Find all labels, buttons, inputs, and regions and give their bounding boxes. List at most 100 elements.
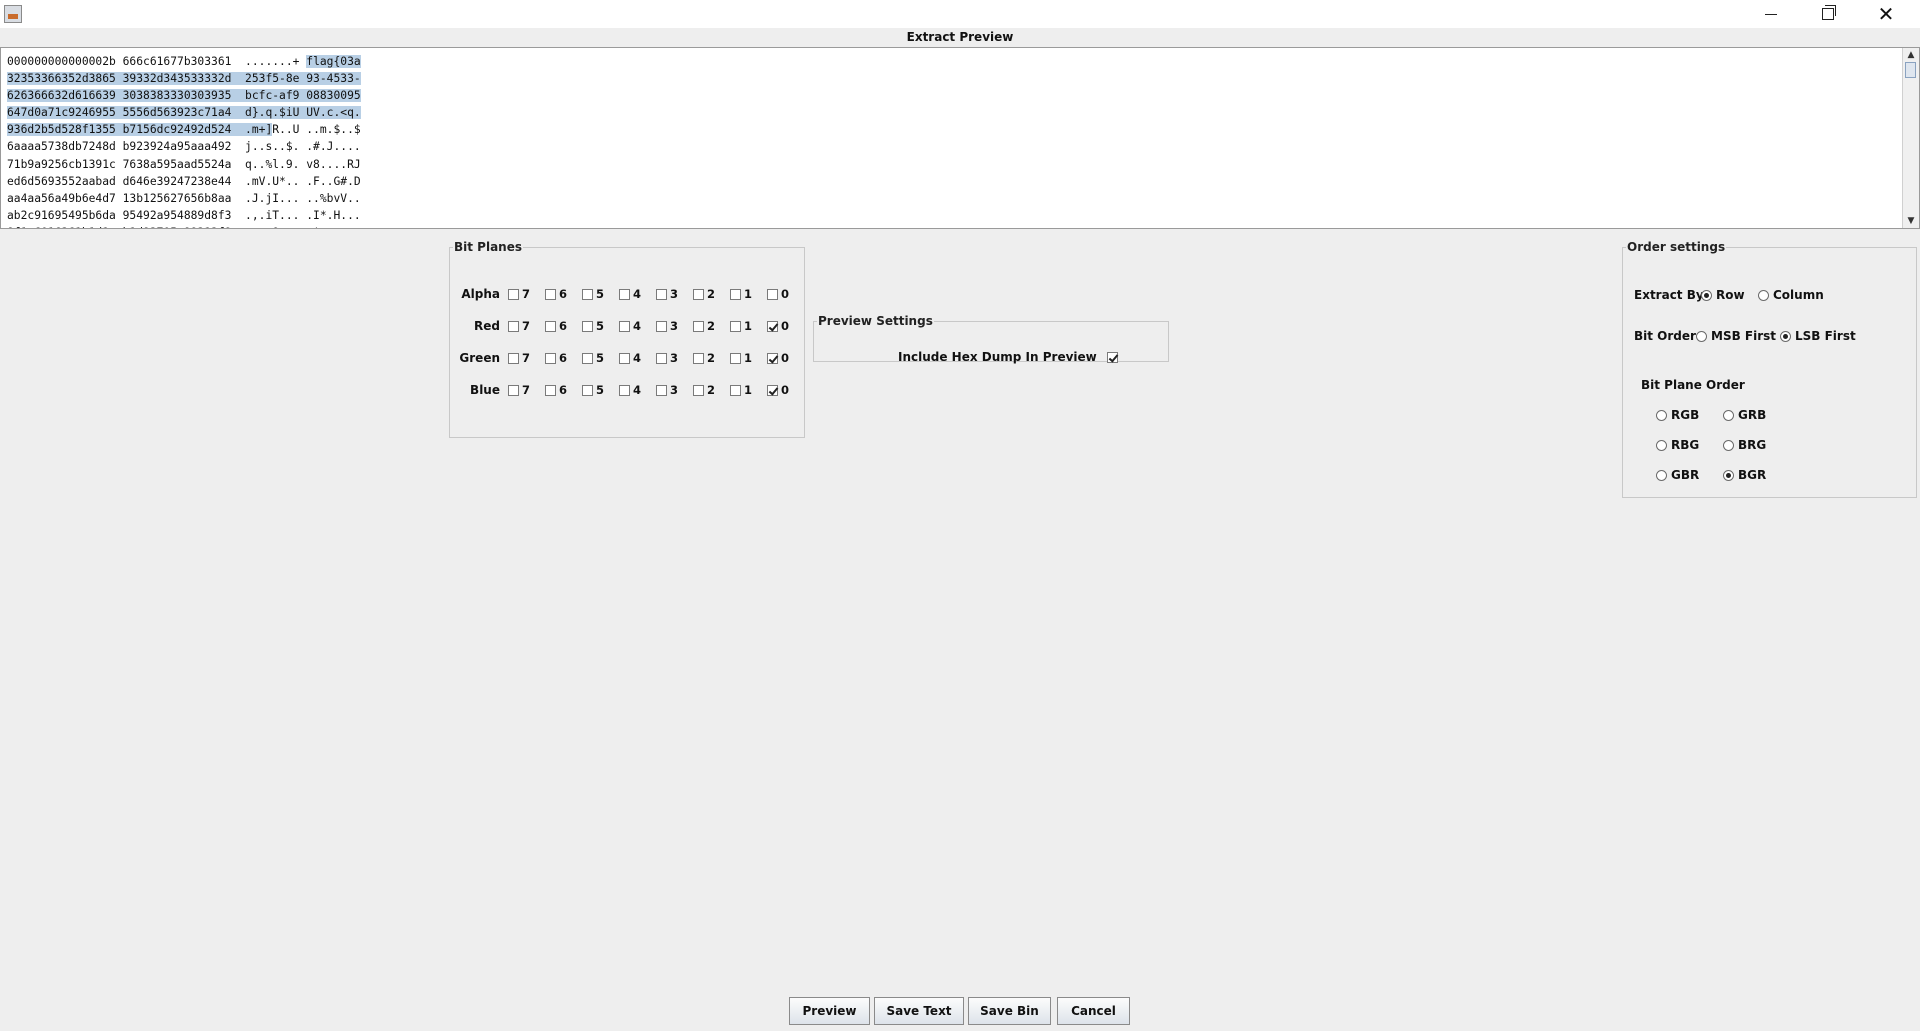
bit-checkbox-red-2[interactable] xyxy=(693,320,704,332)
bit-plane-option[interactable]: 4 xyxy=(619,351,656,365)
save-text-button[interactable]: Save Text xyxy=(874,997,964,1025)
bit-plane-option[interactable]: 3 xyxy=(656,351,693,365)
bit-checkbox-blue-7[interactable] xyxy=(508,384,519,396)
bit-plane-option[interactable]: 1 xyxy=(730,287,767,301)
bit-plane-option[interactable]: 2 xyxy=(693,287,730,301)
bit-plane-option[interactable]: 3 xyxy=(656,287,693,301)
radio-button[interactable] xyxy=(1758,289,1769,301)
java-icon[interactable] xyxy=(4,5,22,23)
include-hex-dump-checkbox[interactable] xyxy=(1106,351,1118,363)
preview-button[interactable]: Preview xyxy=(789,997,870,1025)
bit-plane-option[interactable]: 0 xyxy=(767,319,804,333)
bit-checkbox-blue-5[interactable] xyxy=(582,384,593,396)
bit-checkbox-blue-6[interactable] xyxy=(545,384,556,396)
radio-button[interactable] xyxy=(1656,439,1667,451)
bit-checkbox-alpha-2[interactable] xyxy=(693,288,704,300)
bit-checkbox-blue-1[interactable] xyxy=(730,384,741,396)
bit-checkbox-red-7[interactable] xyxy=(508,320,519,332)
bit-plane-option[interactable]: 3 xyxy=(656,319,693,333)
bit-checkbox-blue-0[interactable] xyxy=(767,384,778,396)
bit-plane-option[interactable]: 5 xyxy=(582,383,619,397)
bit-checkbox-alpha-1[interactable] xyxy=(730,288,741,300)
bit-plane-option[interactable]: 1 xyxy=(730,383,767,397)
radio-button[interactable] xyxy=(1723,469,1734,481)
bit-plane-option[interactable]: 6 xyxy=(545,287,582,301)
vertical-scrollbar[interactable]: ▲ ▼ xyxy=(1902,48,1919,228)
cancel-button[interactable]: Cancel xyxy=(1057,997,1130,1025)
bit-checkbox-blue-2[interactable] xyxy=(693,384,704,396)
radio-button[interactable] xyxy=(1780,330,1791,342)
bit-checkbox-red-0[interactable] xyxy=(767,320,778,332)
radio-option-rbg[interactable]: RBG xyxy=(1656,438,1699,452)
bit-plane-option[interactable]: 1 xyxy=(730,351,767,365)
bit-plane-option[interactable]: 4 xyxy=(619,383,656,397)
bit-checkbox-alpha-3[interactable] xyxy=(656,288,667,300)
bit-checkbox-green-5[interactable] xyxy=(582,352,593,364)
radio-option-grb[interactable]: GRB xyxy=(1723,408,1766,422)
radio-option-column[interactable]: Column xyxy=(1758,288,1824,302)
bit-plane-option[interactable]: 4 xyxy=(619,287,656,301)
scrollbar-thumb[interactable] xyxy=(1905,62,1916,78)
bit-plane-option[interactable]: 7 xyxy=(508,383,545,397)
radio-button[interactable] xyxy=(1696,330,1707,342)
bit-plane-option[interactable]: 2 xyxy=(693,319,730,333)
bit-checkbox-blue-3[interactable] xyxy=(656,384,667,396)
bit-checkbox-green-4[interactable] xyxy=(619,352,630,364)
bit-checkbox-red-3[interactable] xyxy=(656,320,667,332)
bit-checkbox-blue-4[interactable] xyxy=(619,384,630,396)
radio-option-msb-first[interactable]: MSB First xyxy=(1696,329,1776,343)
bit-plane-option[interactable]: 2 xyxy=(693,383,730,397)
bit-plane-option[interactable]: 0 xyxy=(767,383,804,397)
bit-plane-option[interactable]: 3 xyxy=(656,383,693,397)
bit-checkbox-green-7[interactable] xyxy=(508,352,519,364)
radio-button[interactable] xyxy=(1701,289,1712,301)
bit-checkbox-green-0[interactable] xyxy=(767,352,778,364)
bit-checkbox-red-1[interactable] xyxy=(730,320,741,332)
extract-preview-textarea[interactable]: 000000000000002b 666c61677b303361 ......… xyxy=(0,47,1920,229)
bit-checkbox-alpha-6[interactable] xyxy=(545,288,556,300)
bit-checkbox-green-3[interactable] xyxy=(656,352,667,364)
bit-plane-label: Green xyxy=(459,351,500,365)
radio-button[interactable] xyxy=(1723,409,1734,421)
bit-checkbox-alpha-4[interactable] xyxy=(619,288,630,300)
scroll-up-arrow-icon[interactable]: ▲ xyxy=(1903,48,1919,62)
bit-plane-option[interactable]: 5 xyxy=(582,287,619,301)
bit-plane-option[interactable]: 1 xyxy=(730,319,767,333)
radio-option-gbr[interactable]: GBR xyxy=(1656,468,1699,482)
bit-checkbox-alpha-0[interactable] xyxy=(767,288,778,300)
bit-checkbox-red-6[interactable] xyxy=(545,320,556,332)
bit-checkbox-alpha-7[interactable] xyxy=(508,288,519,300)
radio-button[interactable] xyxy=(1656,469,1667,481)
save-bin-button[interactable]: Save Bin xyxy=(968,997,1051,1025)
radio-option-brg[interactable]: BRG xyxy=(1723,438,1766,452)
bit-plane-option[interactable]: 6 xyxy=(545,383,582,397)
bit-plane-option[interactable]: 0 xyxy=(767,287,804,301)
bit-checkbox-green-6[interactable] xyxy=(545,352,556,364)
radio-option-rgb[interactable]: RGB xyxy=(1656,408,1699,422)
bit-plane-option[interactable]: 5 xyxy=(582,351,619,365)
bit-plane-option[interactable]: 7 xyxy=(508,319,545,333)
bit-checkbox-red-4[interactable] xyxy=(619,320,630,332)
bit-plane-option[interactable]: 6 xyxy=(545,351,582,365)
bit-checkbox-alpha-5[interactable] xyxy=(582,288,593,300)
scroll-down-arrow-icon[interactable]: ▼ xyxy=(1903,214,1919,228)
maximize-button[interactable] xyxy=(1800,0,1856,28)
close-button[interactable]: ✕ xyxy=(1858,0,1914,28)
radio-button[interactable] xyxy=(1723,439,1734,451)
radio-button[interactable] xyxy=(1656,409,1667,421)
bit-plane-option[interactable]: 4 xyxy=(619,319,656,333)
minimize-button[interactable] xyxy=(1743,0,1799,28)
bit-plane-option[interactable]: 2 xyxy=(693,351,730,365)
bit-plane-option[interactable]: 7 xyxy=(508,351,545,365)
include-hex-dump-option[interactable]: Include Hex Dump In Preview xyxy=(898,350,1121,364)
bit-plane-option[interactable]: 6 xyxy=(545,319,582,333)
bit-checkbox-red-5[interactable] xyxy=(582,320,593,332)
bit-checkbox-green-1[interactable] xyxy=(730,352,741,364)
bit-plane-option[interactable]: 5 xyxy=(582,319,619,333)
radio-option-row[interactable]: Row xyxy=(1701,288,1745,302)
bit-plane-option[interactable]: 7 xyxy=(508,287,545,301)
bit-checkbox-green-2[interactable] xyxy=(693,352,704,364)
radio-option-lsb-first[interactable]: LSB First xyxy=(1780,329,1856,343)
radio-option-bgr[interactable]: BGR xyxy=(1723,468,1766,482)
bit-plane-option[interactable]: 0 xyxy=(767,351,804,365)
